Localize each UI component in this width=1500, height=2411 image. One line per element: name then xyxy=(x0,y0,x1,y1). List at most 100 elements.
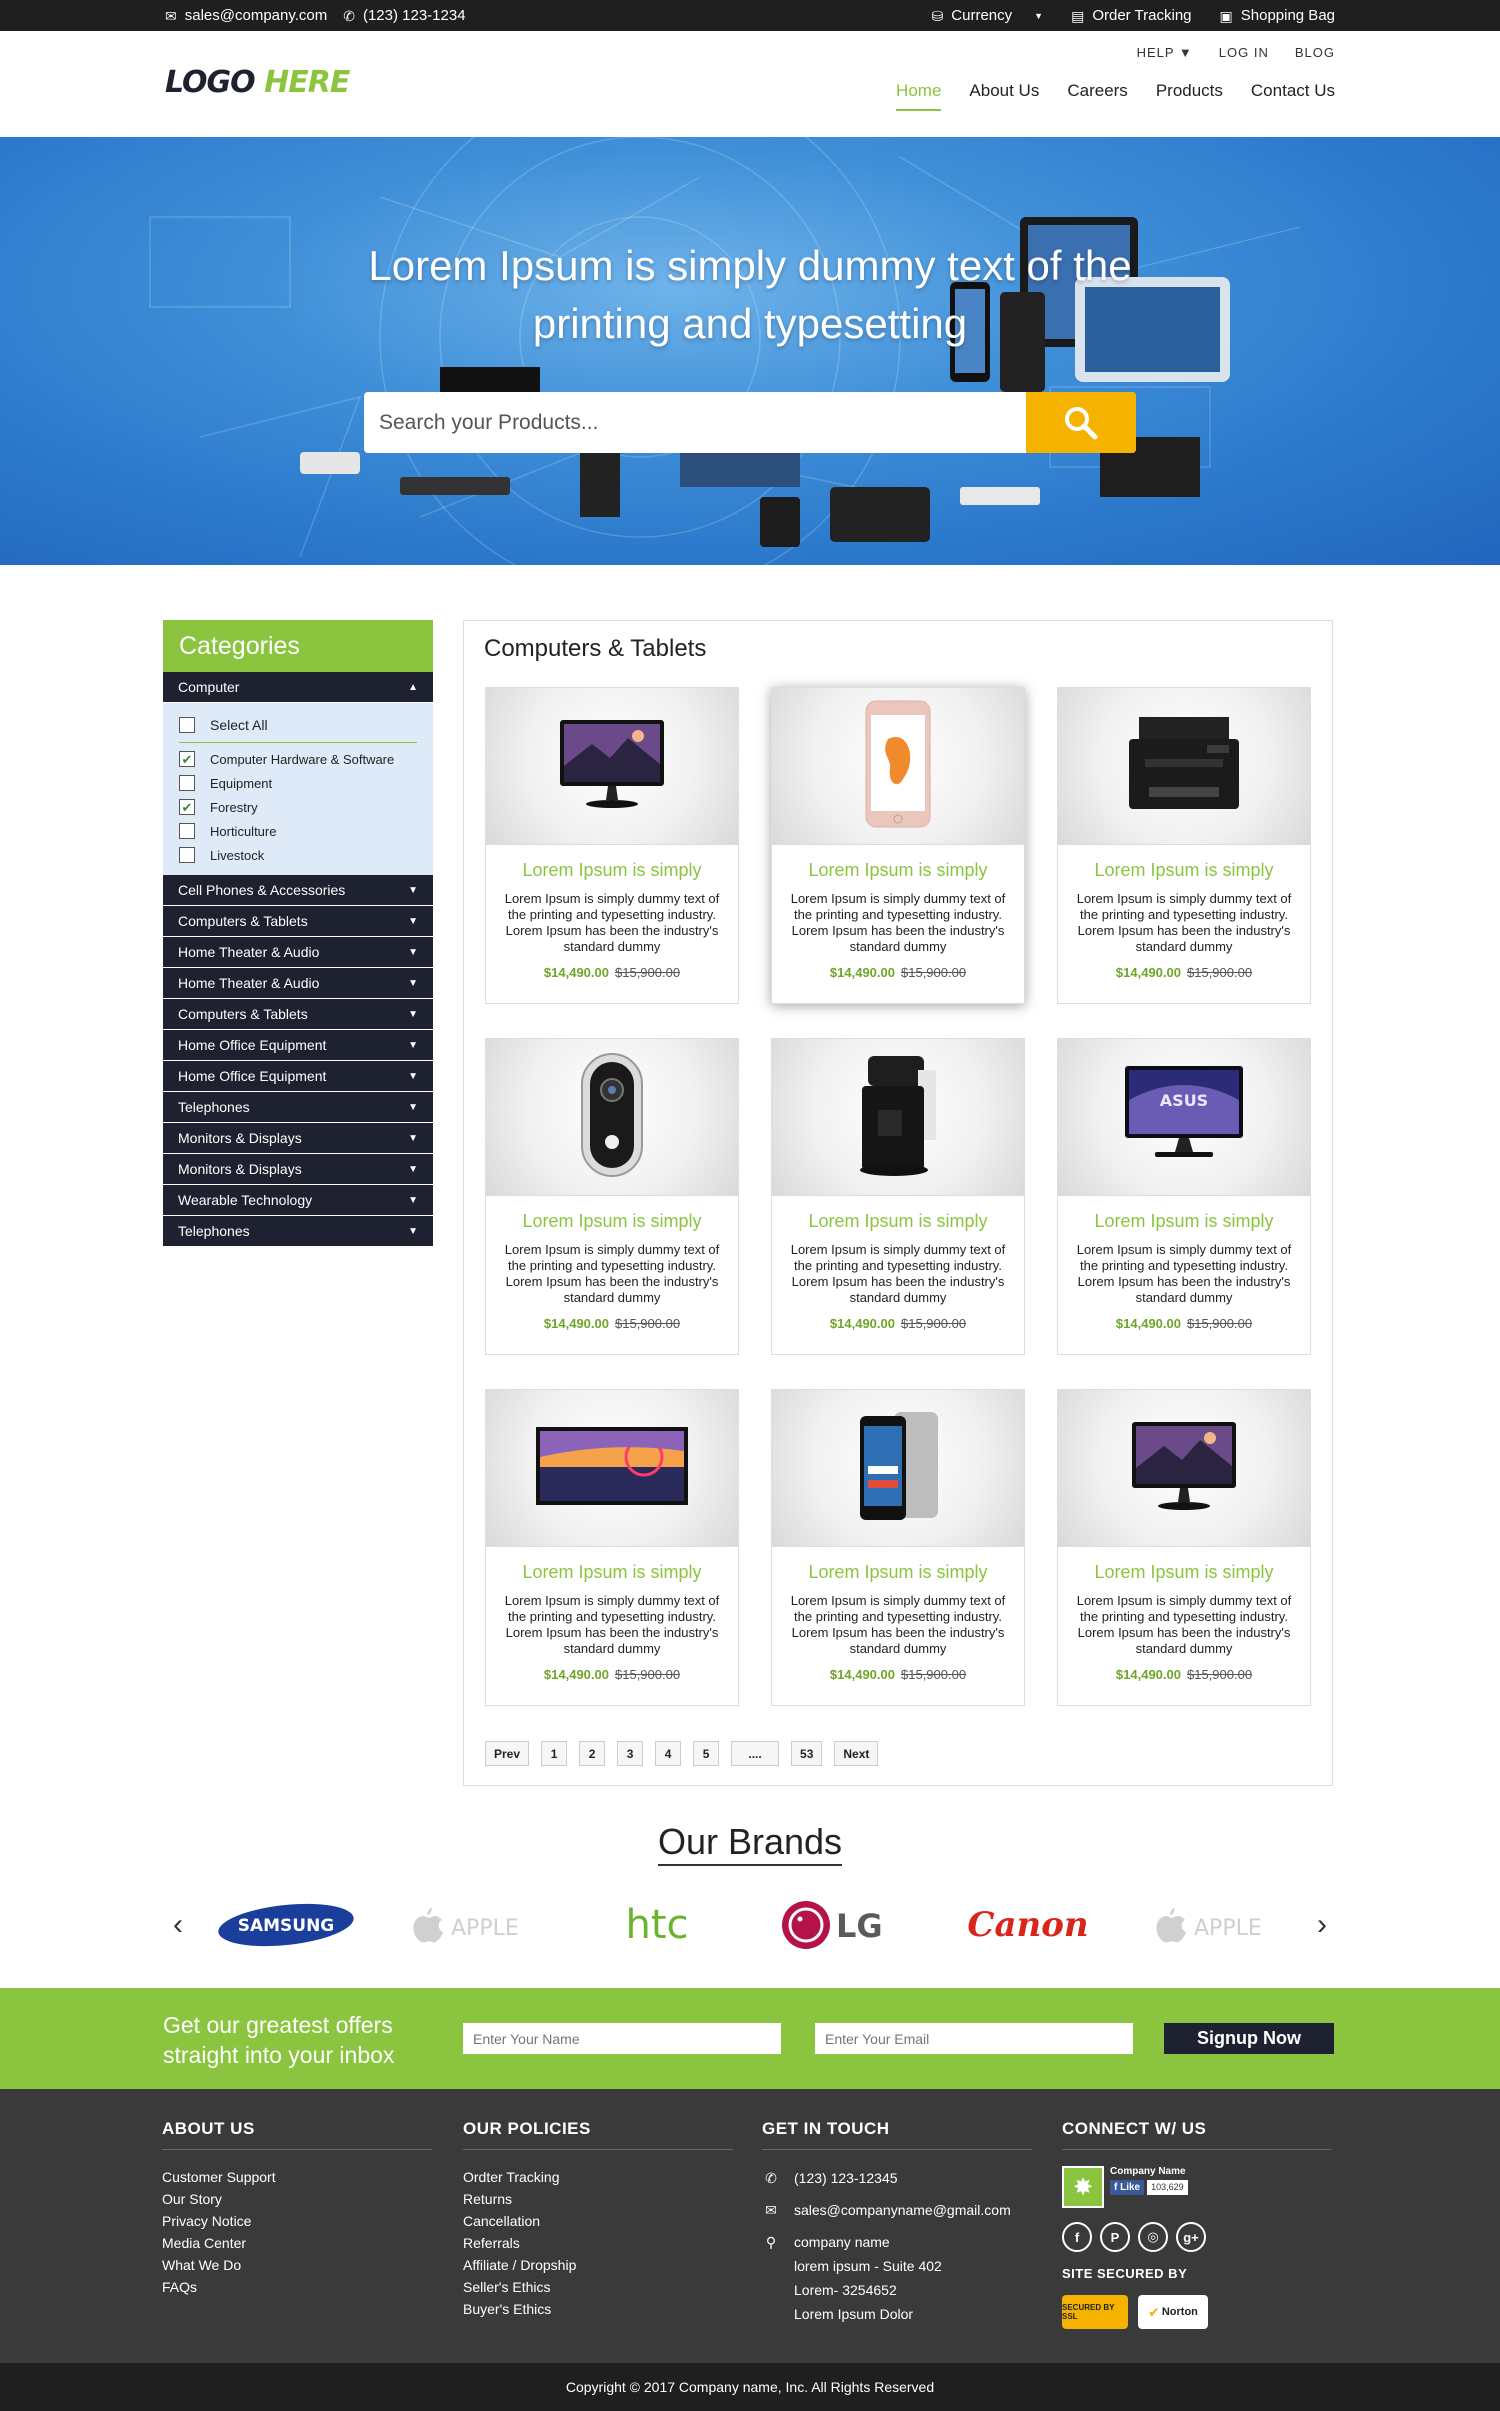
product-card[interactable]: ASUS Lorem Ipsum is simply Lorem Ipsum is … xyxy=(1057,1038,1311,1355)
brand-samsung[interactable]: SAMSUNG xyxy=(206,1895,366,1955)
checkbox[interactable] xyxy=(179,823,195,839)
pinterest-icon[interactable]: P xyxy=(1100,2222,1130,2252)
footer-phone[interactable]: ✆ (123) 123-12345 xyxy=(762,2166,1032,2190)
product-card[interactable]: Lorem Ipsum is simply Lorem Ipsum is simp… xyxy=(485,1389,739,1706)
product-title[interactable]: Lorem Ipsum is simply xyxy=(486,1562,738,1583)
category-option[interactable]: ✔ Computer Hardware & Software xyxy=(179,747,417,771)
category-option[interactable]: Horticulture xyxy=(179,819,417,843)
product-title[interactable]: Lorem Ipsum is simply xyxy=(1058,1211,1310,1232)
nav-home[interactable]: Home xyxy=(896,81,942,111)
pagination-next[interactable]: Next xyxy=(834,1741,879,1766)
signup-button[interactable]: Signup Now xyxy=(1164,2023,1334,2054)
blog-link[interactable]: BLOG xyxy=(1295,45,1335,60)
product-title[interactable]: Lorem Ipsum is simply xyxy=(1058,860,1310,881)
product-card[interactable]: Lorem Ipsum is simply Lorem Ipsum is simp… xyxy=(485,687,739,1004)
footer-policy-link[interactable]: Seller's Ethics xyxy=(463,2276,733,2298)
product-title[interactable]: Lorem Ipsum is simply xyxy=(486,1211,738,1232)
category-item[interactable]: Computers & Tablets ▼ xyxy=(163,906,433,937)
checkbox[interactable] xyxy=(179,716,195,733)
pagination-page[interactable]: 1 xyxy=(541,1741,568,1766)
footer-policy-link[interactable]: Returns xyxy=(463,2188,733,2210)
nav-about-us[interactable]: About Us xyxy=(969,81,1039,111)
checkbox[interactable] xyxy=(179,847,195,863)
product-card[interactable]: Lorem Ipsum is simply Lorem Ipsum is simp… xyxy=(771,1038,1025,1355)
pagination-page[interactable]: 3 xyxy=(617,1741,644,1766)
product-image[interactable] xyxy=(772,1039,1024,1196)
facebook-like-widget[interactable]: ✸ Company Name f Like 103,629 xyxy=(1062,2166,1332,2208)
pagination-page[interactable]: 5 xyxy=(693,1741,720,1766)
product-card[interactable]: Lorem Ipsum is simply Lorem Ipsum is simp… xyxy=(771,1389,1025,1706)
product-card[interactable]: Lorem Ipsum is simply Lorem Ipsum is simp… xyxy=(1057,687,1311,1004)
pagination-prev[interactable]: Prev xyxy=(485,1741,530,1766)
product-image[interactable] xyxy=(772,688,1024,845)
product-card[interactable]: Lorem Ipsum is simply Lorem Ipsum is simp… xyxy=(1057,1389,1311,1706)
footer-policy-link[interactable]: Referrals xyxy=(463,2232,733,2254)
currency-dropdown[interactable]: ⛁ Currency ▼ xyxy=(932,7,1044,24)
fb-like-button[interactable]: f Like xyxy=(1110,2180,1145,2195)
category-computer[interactable]: Computer ▲ xyxy=(163,672,433,703)
order-tracking-link[interactable]: ▤ Order Tracking xyxy=(1071,7,1191,24)
category-item[interactable]: Home Office Equipment ▼ xyxy=(163,1030,433,1061)
product-image[interactable] xyxy=(486,1390,738,1547)
search-input[interactable] xyxy=(364,392,1026,453)
google-plus-icon[interactable]: g+ xyxy=(1176,2222,1206,2252)
product-card[interactable]: Lorem Ipsum is simply Lorem Ipsum is simp… xyxy=(771,687,1025,1004)
product-image[interactable]: ASUS xyxy=(1058,1039,1310,1196)
category-item[interactable]: Monitors & Displays ▼ xyxy=(163,1123,433,1154)
footer-about-link[interactable]: Media Center xyxy=(162,2232,432,2254)
category-item[interactable]: Home Theater & Audio ▼ xyxy=(163,968,433,999)
brand-canon[interactable]: Canon xyxy=(948,1895,1108,1955)
site-logo[interactable]: LOGO HERE xyxy=(165,65,350,100)
footer-policy-link[interactable]: Cancellation xyxy=(463,2210,733,2232)
carousel-next-icon[interactable]: › xyxy=(1307,1908,1337,1942)
product-title[interactable]: Lorem Ipsum is simply xyxy=(1058,1562,1310,1583)
select-all-checkbox[interactable]: Select All xyxy=(179,713,417,743)
pagination-page[interactable]: 53 xyxy=(791,1741,823,1766)
carousel-prev-icon[interactable]: ‹ xyxy=(163,1908,193,1942)
pagination-page[interactable]: 2 xyxy=(579,1741,606,1766)
category-item[interactable]: Telephones ▼ xyxy=(163,1216,433,1247)
product-title[interactable]: Lorem Ipsum is simply xyxy=(772,1562,1024,1583)
checkbox[interactable] xyxy=(179,775,195,791)
footer-about-link[interactable]: Customer Support xyxy=(162,2166,432,2188)
category-item[interactable]: Telephones ▼ xyxy=(163,1092,433,1123)
category-option[interactable]: Equipment xyxy=(179,771,417,795)
category-item[interactable]: Monitors & Displays ▼ xyxy=(163,1154,433,1185)
product-title[interactable]: Lorem Ipsum is simply xyxy=(486,860,738,881)
product-image[interactable] xyxy=(486,688,738,845)
instagram-icon[interactable]: ◎ xyxy=(1138,2222,1168,2252)
category-item[interactable]: Wearable Technology ▼ xyxy=(163,1185,433,1216)
nav-products[interactable]: Products xyxy=(1156,81,1223,111)
brand-htc[interactable]: htc xyxy=(577,1895,737,1955)
product-title[interactable]: Lorem Ipsum is simply xyxy=(772,1211,1024,1232)
product-image[interactable] xyxy=(1058,688,1310,845)
category-option[interactable]: ✔ Forestry xyxy=(179,795,417,819)
product-card[interactable]: Lorem Ipsum is simply Lorem Ipsum is simp… xyxy=(485,1038,739,1355)
newsletter-email-input[interactable] xyxy=(815,2023,1133,2054)
pagination-page[interactable]: 4 xyxy=(655,1741,682,1766)
footer-policy-link[interactable]: Affiliate / Dropship xyxy=(463,2254,733,2276)
category-option[interactable]: Livestock xyxy=(179,843,417,867)
footer-policy-link[interactable]: Buyer's Ethics xyxy=(463,2298,733,2320)
product-image[interactable] xyxy=(486,1039,738,1196)
nav-contact-us[interactable]: Contact Us xyxy=(1251,81,1335,111)
category-item[interactable]: Home Theater & Audio ▼ xyxy=(163,937,433,968)
topbar-phone[interactable]: ✆ (123) 123-1234 xyxy=(343,7,465,24)
search-button[interactable] xyxy=(1026,392,1136,453)
checkbox-checked[interactable]: ✔ xyxy=(179,751,195,767)
footer-about-link[interactable]: FAQs xyxy=(162,2276,432,2298)
brand-apple[interactable]: APPLE xyxy=(391,1895,551,1955)
nav-careers[interactable]: Careers xyxy=(1067,81,1127,111)
product-title[interactable]: Lorem Ipsum is simply xyxy=(772,860,1024,881)
login-link[interactable]: LOG IN xyxy=(1219,45,1269,60)
brand-lg[interactable]: LG xyxy=(763,1895,923,1955)
footer-email[interactable]: ✉ sales@companyname@gmail.com xyxy=(762,2198,1032,2222)
footer-about-link[interactable]: What We Do xyxy=(162,2254,432,2276)
category-item[interactable]: Home Office Equipment ▼ xyxy=(163,1061,433,1092)
category-item[interactable]: Computers & Tablets ▼ xyxy=(163,999,433,1030)
category-item[interactable]: Cell Phones & Accessories ▼ xyxy=(163,875,433,906)
shopping-bag-link[interactable]: ▣ Shopping Bag xyxy=(1220,7,1335,24)
facebook-icon[interactable]: f xyxy=(1062,2222,1092,2252)
newsletter-name-input[interactable] xyxy=(463,2023,781,2054)
product-image[interactable] xyxy=(1058,1390,1310,1547)
